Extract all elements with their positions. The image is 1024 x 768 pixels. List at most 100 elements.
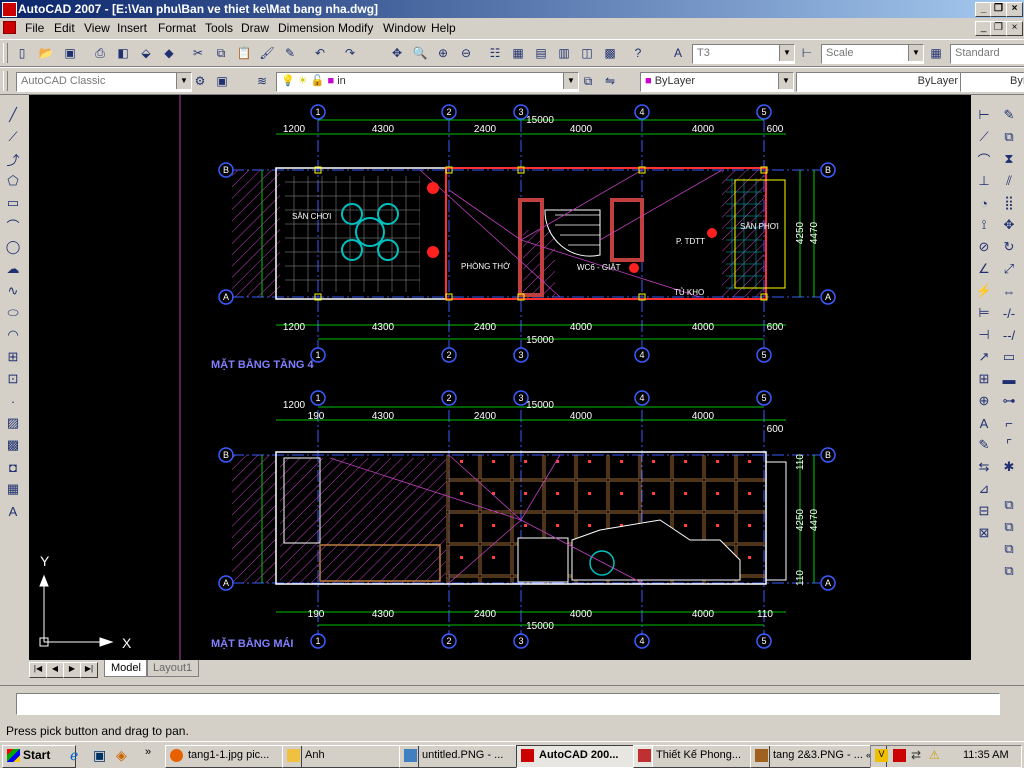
layer-previous-icon[interactable]: ⇋: [600, 71, 620, 91]
close-button[interactable]: ×: [1006, 2, 1023, 17]
match-properties-icon[interactable]: 🖌: [257, 43, 277, 63]
ellipse-arc-icon[interactable]: ◠: [3, 325, 23, 345]
print-icon[interactable]: ⎙: [90, 43, 110, 63]
prev-tab-button[interactable]: ◀: [46, 662, 64, 678]
unikey-icon[interactable]: V: [875, 749, 888, 762]
help-icon[interactable]: ?: [628, 43, 648, 63]
array-icon[interactable]: ⣿: [999, 193, 1019, 213]
menu-dimension[interactable]: Dimension: [278, 21, 335, 35]
toolbar-grip[interactable]: [3, 71, 8, 91]
network-icon[interactable]: ⇄: [911, 748, 921, 762]
sheet-set-icon[interactable]: ▥: [554, 43, 574, 63]
extend-icon[interactable]: --/: [999, 325, 1019, 345]
start-button[interactable]: Start: [2, 745, 76, 768]
angular-dimension-icon[interactable]: ∠: [974, 259, 994, 279]
baseline-dimension-icon[interactable]: ⊨: [974, 303, 994, 323]
chamfer-icon[interactable]: ⌐: [999, 413, 1019, 433]
copy-object-icon[interactable]: ⧉: [999, 127, 1019, 147]
center-mark-icon[interactable]: ⊕: [974, 391, 994, 411]
continue-dimension-icon[interactable]: ⊣: [974, 325, 994, 345]
doc-close-button[interactable]: ×: [1006, 21, 1023, 36]
zoom-previous-icon[interactable]: ⊖: [456, 43, 476, 63]
table-style-select[interactable]: Standard: [950, 44, 1024, 64]
stretch-icon[interactable]: ⇔: [999, 281, 1019, 301]
rectangle-icon[interactable]: ▭: [3, 193, 23, 213]
block-editor-icon[interactable]: ✎: [280, 43, 300, 63]
dimension-update-icon[interactable]: ⇆: [974, 457, 994, 477]
color-select[interactable]: ■ ByLayer ▼: [640, 72, 794, 92]
last-tab-button[interactable]: ▶|: [80, 662, 98, 678]
line-icon[interactable]: ╱: [3, 105, 23, 125]
alert-icon[interactable]: ⚠: [929, 748, 940, 762]
make-layer-current-icon[interactable]: ⧉: [578, 71, 598, 91]
insert-block-icon[interactable]: ⊞: [3, 347, 23, 367]
next-tab-button[interactable]: ▶: [63, 662, 81, 678]
desktop-icon[interactable]: ▣: [93, 747, 109, 763]
offset-icon[interactable]: ⫽: [999, 171, 1019, 191]
autocad-app-icon[interactable]: [2, 2, 17, 17]
menu-file[interactable]: File: [25, 21, 44, 35]
menu-window[interactable]: Window: [383, 21, 426, 35]
tray-app-icon[interactable]: [893, 749, 906, 762]
menu-view[interactable]: View: [84, 21, 110, 35]
text-style-select[interactable]: T3 ▼: [692, 44, 795, 64]
redo-icon[interactable]: ↷: [340, 43, 360, 63]
arc-icon[interactable]: ⌒: [3, 215, 23, 235]
doc-restore-button[interactable]: ❐: [990, 21, 1007, 36]
chevron-down-icon[interactable]: ▼: [563, 73, 578, 89]
point-icon[interactable]: ·: [3, 391, 23, 411]
join-icon[interactable]: ⊶: [999, 391, 1019, 411]
polygon-icon[interactable]: ⬠: [3, 171, 23, 191]
table-icon[interactable]: ▦: [3, 479, 23, 499]
chevron-down-icon[interactable]: ▼: [908, 45, 923, 61]
dimstyle-control-icon[interactable]: ⊟: [974, 501, 994, 521]
save-workspace-icon[interactable]: ▣: [212, 71, 232, 91]
copy-icon[interactable]: ⧉: [211, 43, 231, 63]
make-block-icon[interactable]: ⊡: [3, 369, 23, 389]
trim-icon[interactable]: -/-: [999, 303, 1019, 323]
dim-style-icon[interactable]: ⊢: [797, 43, 817, 63]
explode-icon[interactable]: ✱: [999, 457, 1019, 477]
dim-override-icon[interactable]: ⊠: [974, 523, 994, 543]
text-style-icon[interactable]: A: [668, 43, 688, 63]
region-icon[interactable]: ◘: [3, 457, 23, 477]
pan-icon[interactable]: ✥: [387, 43, 407, 63]
table-style-icon[interactable]: ▦: [926, 43, 946, 63]
toolbar-grip[interactable]: [3, 43, 8, 63]
break-icon[interactable]: ▬: [999, 369, 1019, 389]
lineweight-select[interactable]: ByL: [960, 72, 1024, 92]
break-at-point-icon[interactable]: ▭: [999, 347, 1019, 367]
draworder-back-icon[interactable]: ⧉: [999, 517, 1019, 537]
design-center-icon[interactable]: ▦: [508, 43, 528, 63]
dimension-style-icon[interactable]: ⊿: [974, 479, 994, 499]
mirror-icon[interactable]: ⧗: [999, 149, 1019, 169]
plot-preview-icon[interactable]: ◧: [113, 43, 133, 63]
ellipse-icon[interactable]: ⬭: [3, 303, 23, 323]
zoom-realtime-icon[interactable]: 🔍: [410, 43, 430, 63]
cut-icon[interactable]: ✂: [188, 43, 208, 63]
zoom-window-icon[interactable]: ⊕: [433, 43, 453, 63]
save-icon[interactable]: ▣: [60, 43, 80, 63]
draworder-above-icon[interactable]: ⧉: [999, 539, 1019, 559]
workspace-settings-icon[interactable]: ⚙: [190, 71, 210, 91]
ie-icon[interactable]: ℯ: [70, 747, 86, 763]
menu-format[interactable]: Format: [158, 21, 196, 35]
multiline-text-icon[interactable]: A: [3, 501, 23, 521]
hatch-icon[interactable]: ▨: [3, 413, 23, 433]
draworder-under-icon[interactable]: ⧉: [999, 561, 1019, 581]
workspace-select[interactable]: AutoCAD Classic ▼: [16, 72, 192, 92]
clock[interactable]: 11:35 AM: [963, 749, 1009, 761]
dim-style-select[interactable]: Scale ▼: [821, 44, 924, 64]
spline-icon[interactable]: ∿: [3, 281, 23, 301]
menu-insert[interactable]: Insert: [117, 21, 147, 35]
jogged-dimension-icon[interactable]: ⟟: [974, 215, 994, 235]
layer-manager-icon[interactable]: ≋: [252, 71, 272, 91]
radius-dimension-icon[interactable]: ◔: [974, 193, 994, 213]
menu-draw[interactable]: Draw: [241, 21, 269, 35]
linear-dimension-icon[interactable]: ⊢: [974, 105, 994, 125]
dimension-text-edit-icon[interactable]: ✎: [974, 435, 994, 455]
quicklaunch-more-icon[interactable]: »: [145, 746, 151, 758]
calculator-icon[interactable]: ▩: [600, 43, 620, 63]
erase-icon[interactable]: ✎: [999, 105, 1019, 125]
markup-icon[interactable]: ◫: [577, 43, 597, 63]
